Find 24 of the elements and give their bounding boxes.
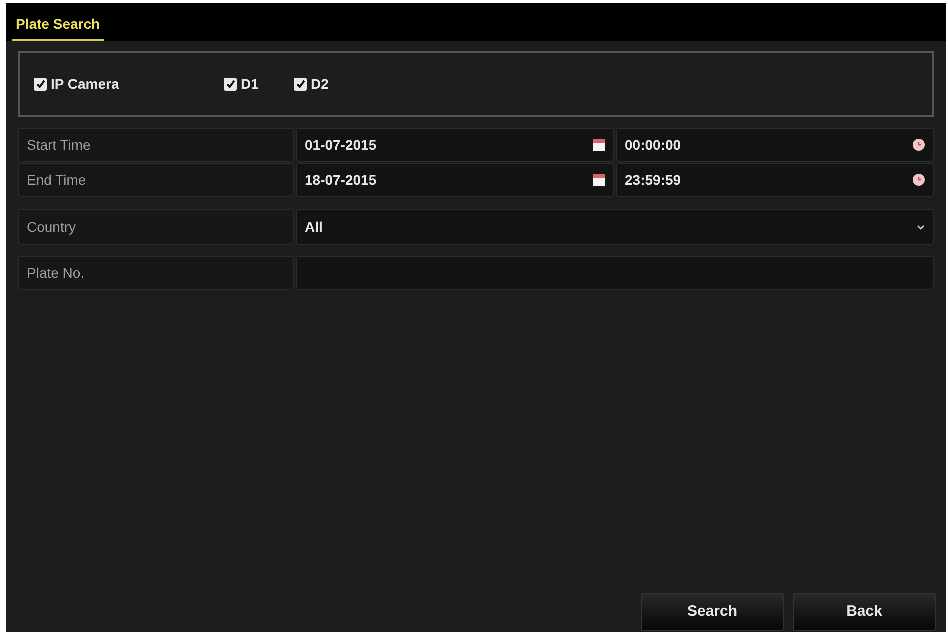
checkbox-label: IP Camera [51,74,120,94]
field-label: Plate No. [18,256,294,290]
date-field[interactable]: 01-07-2015 [296,128,614,162]
plate-field[interactable] [296,256,934,290]
date-field[interactable]: 18-07-2015 [296,163,614,197]
calendar-icon[interactable] [593,174,605,186]
chevron-down-icon [917,224,925,230]
checkbox-label: D2 [311,74,329,94]
checkbox-label: D1 [241,74,259,94]
field-label: Start Time [18,128,294,162]
field-label: End Time [18,163,294,197]
checkbox[interactable] [34,78,47,90]
checkbox[interactable] [294,78,307,90]
time-field[interactable]: 23:59:59 [616,163,934,197]
field-label: Country [18,209,294,245]
clock-icon[interactable] [913,174,925,186]
time-field[interactable]: 00:00:00 [616,128,934,162]
clock-icon[interactable] [913,139,925,151]
calendar-icon[interactable] [593,139,605,151]
tab[interactable]: Plate Search [12,14,104,41]
search-button[interactable]: Search [641,593,784,631]
back-button[interactable]: Back [793,593,936,631]
checkbox[interactable] [224,78,237,90]
country-dropdown[interactable]: All [296,209,934,245]
